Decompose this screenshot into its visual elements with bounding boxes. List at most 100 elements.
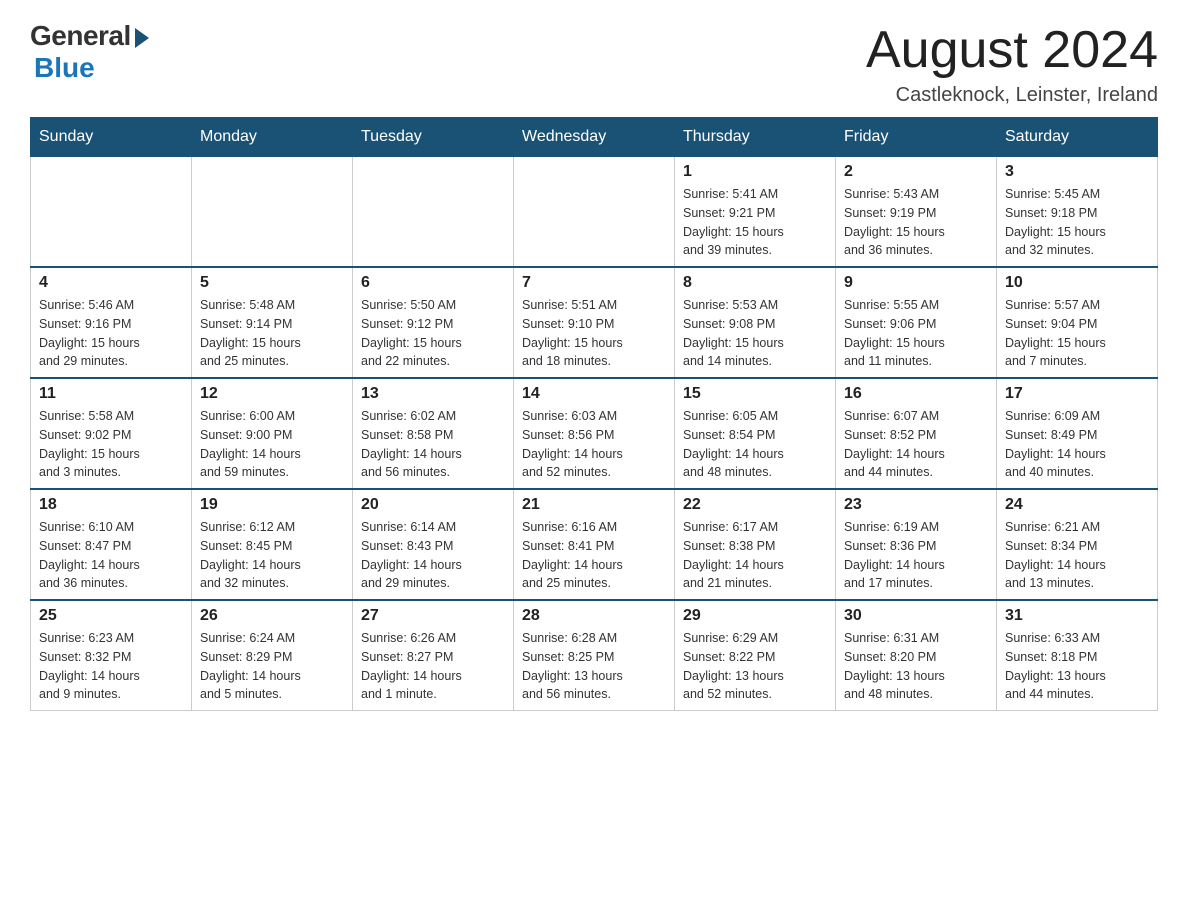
calendar-cell: 24 Sunrise: 6:21 AM Sunset: 8:34 PM Dayli… <box>997 489 1158 600</box>
day-number: 5 <box>200 274 344 292</box>
calendar-cell: 11 Sunrise: 5:58 AM Sunset: 9:02 PM Dayli… <box>31 378 192 489</box>
calendar-cell <box>31 157 192 268</box>
day-number: 3 <box>1005 163 1149 181</box>
month-title: August 2024 <box>866 20 1158 80</box>
day-info: Sunrise: 5:48 AM Sunset: 9:14 PM Dayligh… <box>200 296 344 371</box>
location-text: Castleknock, Leinster, Ireland <box>866 84 1158 107</box>
day-info: Sunrise: 6:21 AM Sunset: 8:34 PM Dayligh… <box>1005 518 1149 593</box>
logo: General Blue <box>30 20 149 84</box>
logo-blue-text: Blue <box>34 52 95 83</box>
day-number: 2 <box>844 163 988 181</box>
calendar-cell: 31Sunrise: 6:33 AM Sunset: 8:18 PM Dayli… <box>997 600 1158 711</box>
calendar-table: Sunday Monday Tuesday Wednesday Thursday… <box>30 117 1158 711</box>
calendar-cell: 20Sunrise: 6:14 AM Sunset: 8:43 PM Dayli… <box>353 489 514 600</box>
day-info: Sunrise: 6:05 AM Sunset: 8:54 PM Dayligh… <box>683 407 827 482</box>
day-number: 20 <box>361 496 505 514</box>
header-monday: Monday <box>192 118 353 157</box>
day-number: 8 <box>683 274 827 292</box>
day-info: Sunrise: 5:50 AM Sunset: 9:12 PM Dayligh… <box>361 296 505 371</box>
calendar-cell: 27Sunrise: 6:26 AM Sunset: 8:27 PM Dayli… <box>353 600 514 711</box>
header-saturday: Saturday <box>997 118 1158 157</box>
day-info: Sunrise: 6:29 AM Sunset: 8:22 PM Dayligh… <box>683 629 827 704</box>
calendar-cell: 18Sunrise: 6:10 AM Sunset: 8:47 PM Dayli… <box>31 489 192 600</box>
day-info: Sunrise: 5:43 AM Sunset: 9:19 PM Dayligh… <box>844 185 988 260</box>
day-info: Sunrise: 6:17 AM Sunset: 8:38 PM Dayligh… <box>683 518 827 593</box>
calendar-cell: 15 Sunrise: 6:05 AM Sunset: 8:54 PM Dayli… <box>675 378 836 489</box>
day-info: Sunrise: 6:00 AM Sunset: 9:00 PM Dayligh… <box>200 407 344 482</box>
calendar-cell: 28 Sunrise: 6:28 AM Sunset: 8:25 PM Dayli… <box>514 600 675 711</box>
calendar-week-row: 18Sunrise: 6:10 AM Sunset: 8:47 PM Dayli… <box>31 489 1158 600</box>
calendar-cell: 10Sunrise: 5:57 AM Sunset: 9:04 PM Dayli… <box>997 267 1158 378</box>
calendar-cell: 30Sunrise: 6:31 AM Sunset: 8:20 PM Dayli… <box>836 600 997 711</box>
calendar-cell: 25Sunrise: 6:23 AM Sunset: 8:32 PM Dayli… <box>31 600 192 711</box>
day-info: Sunrise: 6:09 AM Sunset: 8:49 PM Dayligh… <box>1005 407 1149 482</box>
calendar-cell: 12 Sunrise: 6:00 AM Sunset: 9:00 PM Dayli… <box>192 378 353 489</box>
calendar-cell: 14Sunrise: 6:03 AM Sunset: 8:56 PM Dayli… <box>514 378 675 489</box>
day-number: 15 <box>683 385 827 403</box>
day-info: Sunrise: 5:41 AM Sunset: 9:21 PM Dayligh… <box>683 185 827 260</box>
day-info: Sunrise: 6:23 AM Sunset: 8:32 PM Dayligh… <box>39 629 183 704</box>
day-number: 10 <box>1005 274 1149 292</box>
day-info: Sunrise: 5:53 AM Sunset: 9:08 PM Dayligh… <box>683 296 827 371</box>
title-block: August 2024 Castleknock, Leinster, Irela… <box>866 20 1158 107</box>
calendar-cell: 2 Sunrise: 5:43 AM Sunset: 9:19 PM Daylig… <box>836 157 997 268</box>
day-number: 16 <box>844 385 988 403</box>
day-info: Sunrise: 5:51 AM Sunset: 9:10 PM Dayligh… <box>522 296 666 371</box>
calendar-cell <box>192 157 353 268</box>
calendar-cell: 4Sunrise: 5:46 AM Sunset: 9:16 PM Daylig… <box>31 267 192 378</box>
logo-general-text: General <box>30 20 131 52</box>
day-number: 31 <box>1005 607 1149 625</box>
header-wednesday: Wednesday <box>514 118 675 157</box>
calendar-cell: 3 Sunrise: 5:45 AM Sunset: 9:18 PM Daylig… <box>997 157 1158 268</box>
calendar-cell <box>514 157 675 268</box>
day-number: 4 <box>39 274 183 292</box>
day-number: 12 <box>200 385 344 403</box>
calendar-cell: 5 Sunrise: 5:48 AM Sunset: 9:14 PM Daylig… <box>192 267 353 378</box>
day-number: 9 <box>844 274 988 292</box>
day-number: 21 <box>522 496 666 514</box>
calendar-cell: 13 Sunrise: 6:02 AM Sunset: 8:58 PM Dayli… <box>353 378 514 489</box>
header-thursday: Thursday <box>675 118 836 157</box>
calendar-cell: 19Sunrise: 6:12 AM Sunset: 8:45 PM Dayli… <box>192 489 353 600</box>
calendar-cell: 8 Sunrise: 5:53 AM Sunset: 9:08 PM Daylig… <box>675 267 836 378</box>
calendar-cell: 23 Sunrise: 6:19 AM Sunset: 8:36 PM Dayli… <box>836 489 997 600</box>
day-info: Sunrise: 6:07 AM Sunset: 8:52 PM Dayligh… <box>844 407 988 482</box>
day-info: Sunrise: 6:19 AM Sunset: 8:36 PM Dayligh… <box>844 518 988 593</box>
calendar-cell: 1Sunrise: 5:41 AM Sunset: 9:21 PM Daylig… <box>675 157 836 268</box>
day-info: Sunrise: 5:45 AM Sunset: 9:18 PM Dayligh… <box>1005 185 1149 260</box>
calendar-week-row: 25Sunrise: 6:23 AM Sunset: 8:32 PM Dayli… <box>31 600 1158 711</box>
day-number: 17 <box>1005 385 1149 403</box>
day-info: Sunrise: 6:24 AM Sunset: 8:29 PM Dayligh… <box>200 629 344 704</box>
day-number: 14 <box>522 385 666 403</box>
day-number: 28 <box>522 607 666 625</box>
day-info: Sunrise: 5:55 AM Sunset: 9:06 PM Dayligh… <box>844 296 988 371</box>
header-friday: Friday <box>836 118 997 157</box>
day-number: 27 <box>361 607 505 625</box>
day-number: 6 <box>361 274 505 292</box>
day-number: 18 <box>39 496 183 514</box>
logo-arrow-icon <box>135 28 149 48</box>
calendar-cell: 22 Sunrise: 6:17 AM Sunset: 8:38 PM Dayli… <box>675 489 836 600</box>
day-number: 13 <box>361 385 505 403</box>
day-number: 24 <box>1005 496 1149 514</box>
calendar-cell: 6 Sunrise: 5:50 AM Sunset: 9:12 PM Daylig… <box>353 267 514 378</box>
calendar-week-row: 11 Sunrise: 5:58 AM Sunset: 9:02 PM Dayli… <box>31 378 1158 489</box>
day-number: 22 <box>683 496 827 514</box>
calendar-week-row: 4Sunrise: 5:46 AM Sunset: 9:16 PM Daylig… <box>31 267 1158 378</box>
calendar-header: Sunday Monday Tuesday Wednesday Thursday… <box>31 118 1158 157</box>
day-number: 11 <box>39 385 183 403</box>
page-header: General Blue August 2024 Castleknock, Le… <box>30 20 1158 107</box>
day-info: Sunrise: 6:28 AM Sunset: 8:25 PM Dayligh… <box>522 629 666 704</box>
day-info: Sunrise: 6:16 AM Sunset: 8:41 PM Dayligh… <box>522 518 666 593</box>
header-sunday: Sunday <box>31 118 192 157</box>
header-row: Sunday Monday Tuesday Wednesday Thursday… <box>31 118 1158 157</box>
day-info: Sunrise: 6:02 AM Sunset: 8:58 PM Dayligh… <box>361 407 505 482</box>
day-info: Sunrise: 6:31 AM Sunset: 8:20 PM Dayligh… <box>844 629 988 704</box>
day-info: Sunrise: 5:58 AM Sunset: 9:02 PM Dayligh… <box>39 407 183 482</box>
calendar-cell: 16 Sunrise: 6:07 AM Sunset: 8:52 PM Dayli… <box>836 378 997 489</box>
header-tuesday: Tuesday <box>353 118 514 157</box>
day-number: 19 <box>200 496 344 514</box>
day-number: 23 <box>844 496 988 514</box>
day-number: 7 <box>522 274 666 292</box>
calendar-cell: 7 Sunrise: 5:51 AM Sunset: 9:10 PM Daylig… <box>514 267 675 378</box>
